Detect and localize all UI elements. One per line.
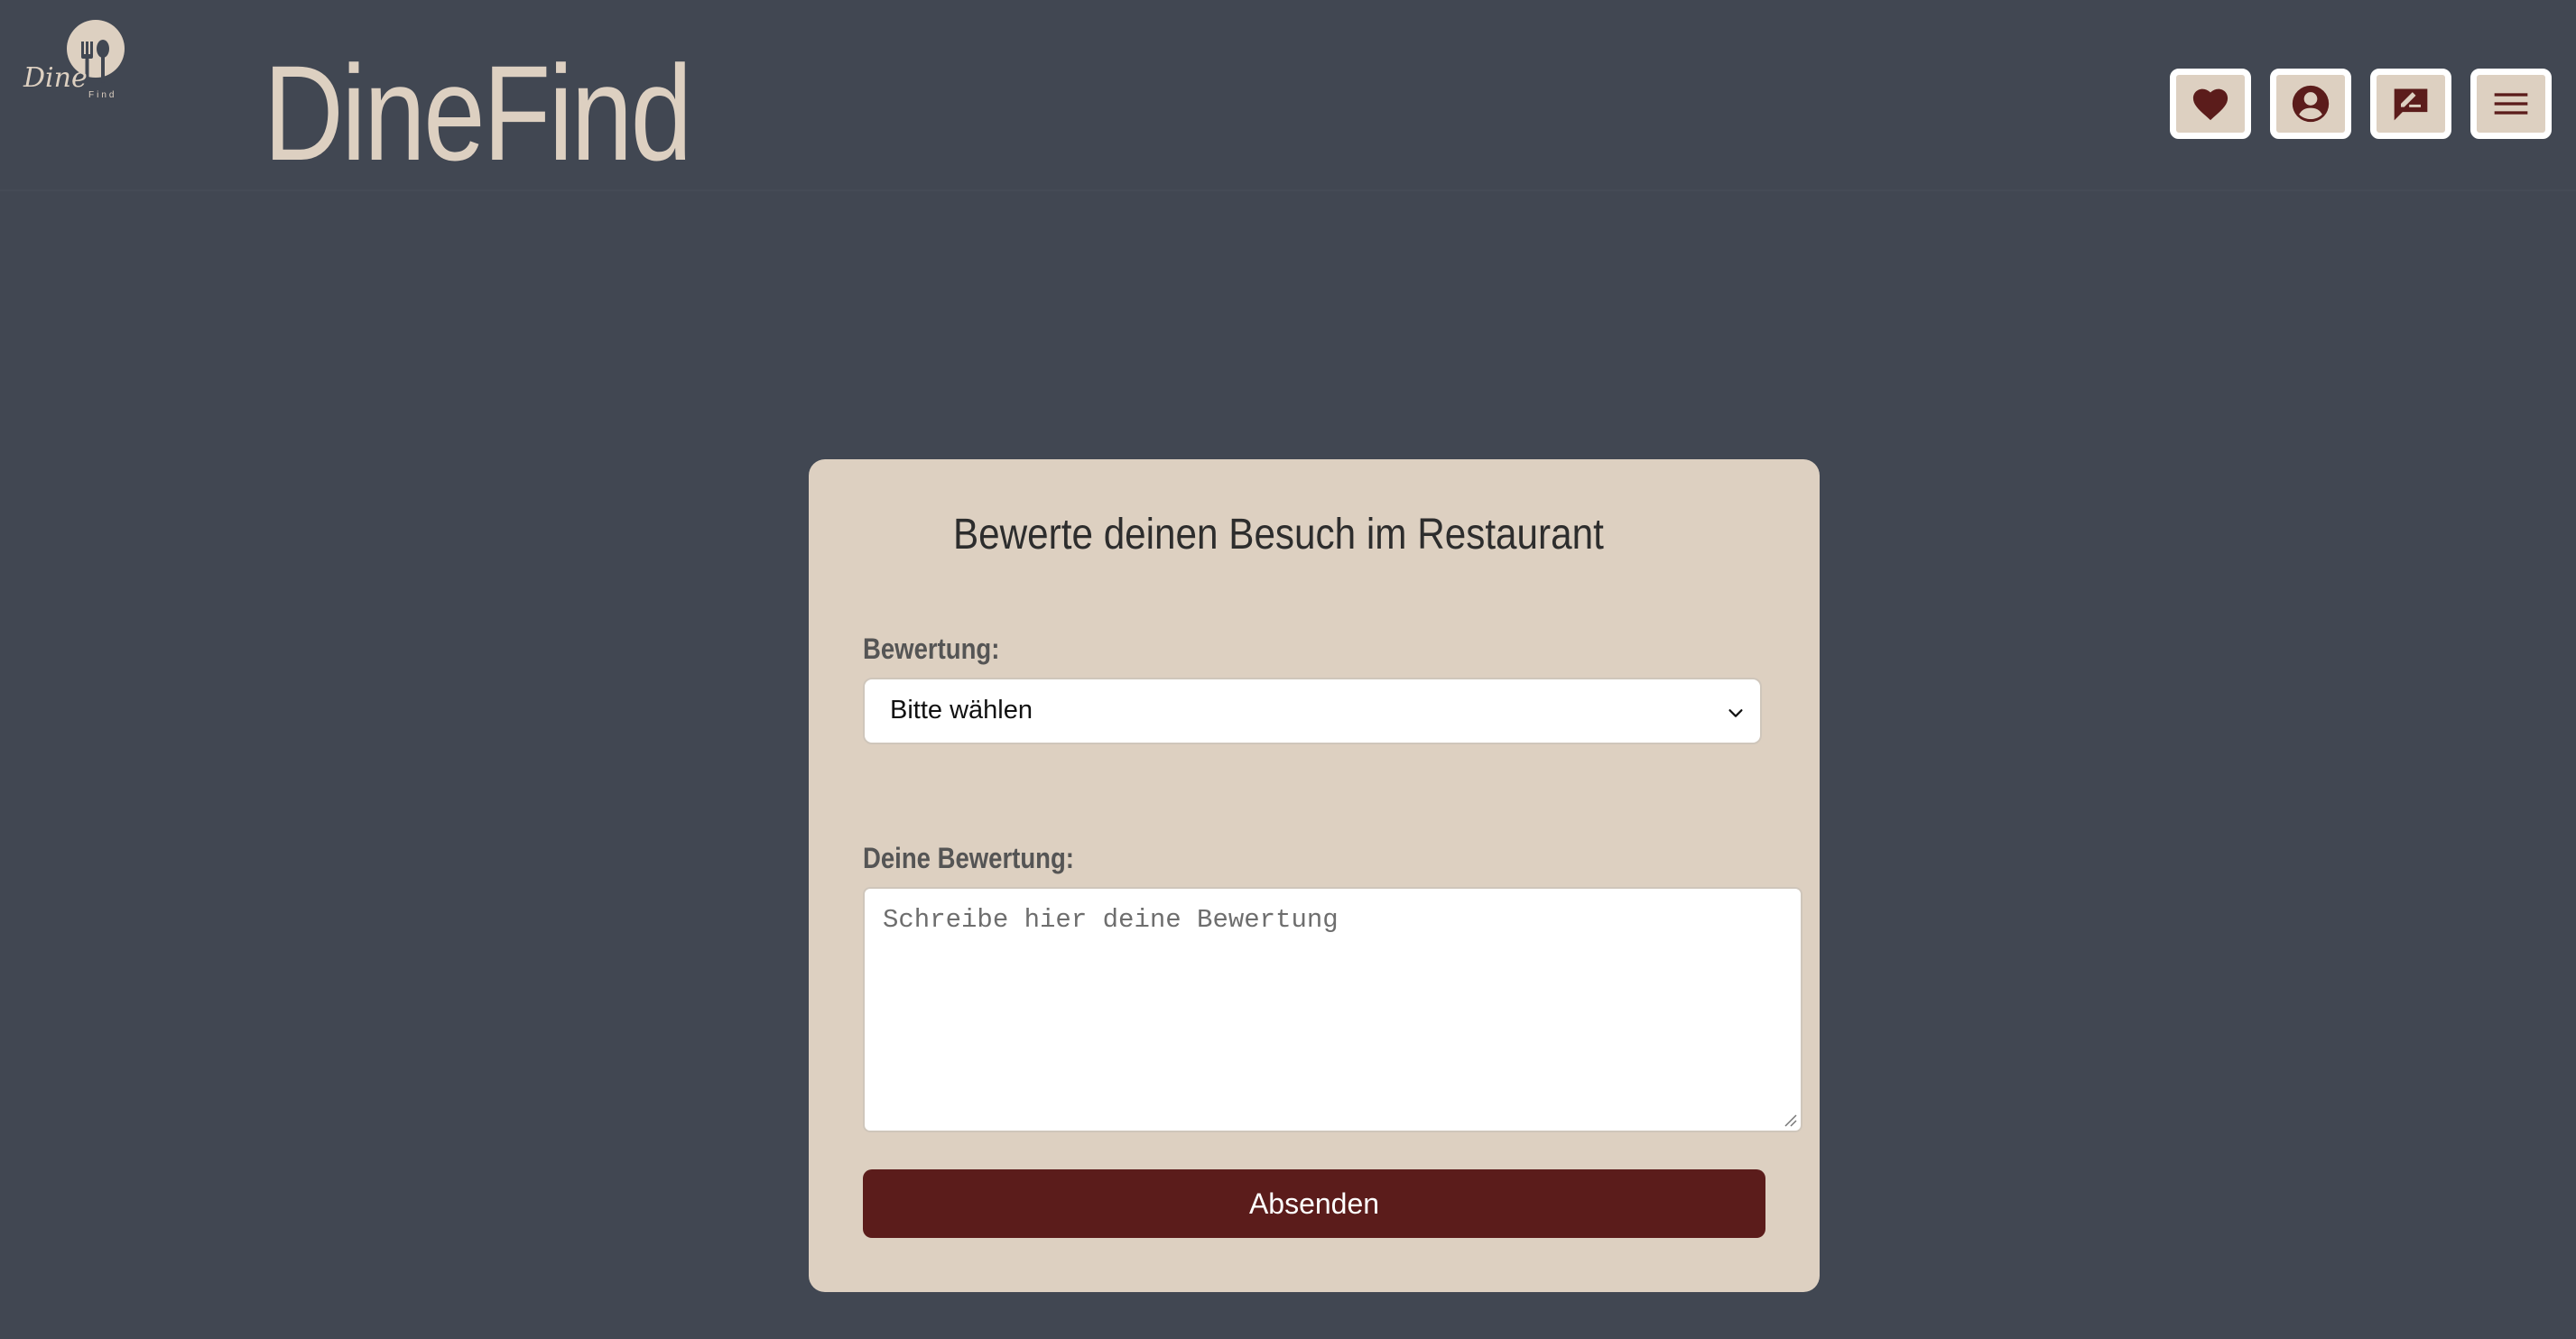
- hamburger-menu-icon: [2494, 93, 2528, 115]
- site-header: Dine Find DineFind: [0, 0, 2576, 191]
- account-button[interactable]: [2270, 69, 2351, 139]
- rating-select[interactable]: Bitte wählen: [863, 678, 1762, 744]
- review-label: Deine Bewertung:: [863, 842, 1074, 874]
- dinefind-logo[interactable]: Dine Find: [22, 18, 130, 108]
- logo-script-text: Dine: [23, 62, 88, 94]
- rating-select-value: Bitte wählen: [890, 696, 1033, 725]
- chevron-down-icon: [1728, 709, 1743, 717]
- resize-handle-icon[interactable]: [1783, 1113, 1797, 1127]
- review-form-card: Bewerte deinen Besuch im Restaurant Bewe…: [809, 459, 1820, 1292]
- review-textarea[interactable]: Schreibe hier deine Bewertung: [863, 887, 1802, 1132]
- user-circle-icon: [2292, 85, 2330, 123]
- submit-button-label: Absenden: [1248, 1187, 1380, 1220]
- menu-button[interactable]: [2470, 69, 2552, 139]
- brand-title[interactable]: DineFind: [264, 36, 692, 189]
- review-placeholder: Schreibe hier deine Bewertung: [883, 905, 1339, 935]
- fork-spoon-plate-logo-icon: Dine Find: [23, 20, 125, 100]
- favorites-button[interactable]: [2170, 69, 2251, 139]
- submit-button[interactable]: Absenden: [863, 1169, 1765, 1238]
- form-title: Bewerte deinen Besuch im Restaurant: [953, 511, 1604, 559]
- rating-label: Bewertung:: [863, 633, 1000, 665]
- write-review-button[interactable]: [2370, 69, 2451, 139]
- logo-small-text: Find: [88, 90, 116, 100]
- heart-icon: [2192, 88, 2229, 121]
- write-review-icon: [2394, 88, 2428, 121]
